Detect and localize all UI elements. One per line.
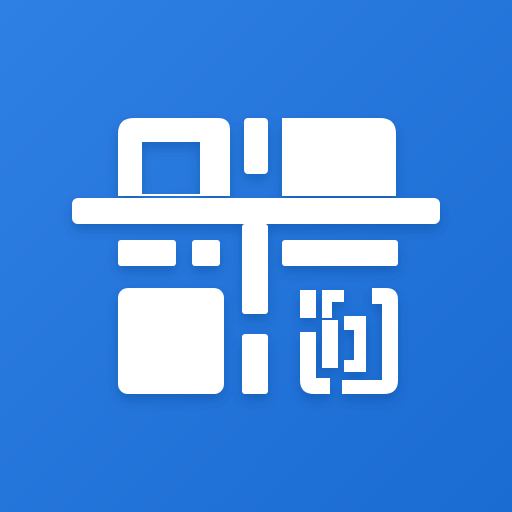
finder-pattern-top-right — [282, 118, 396, 196]
module-center-vertical — [242, 224, 268, 314]
qr-code-scan-icon — [0, 0, 512, 512]
module-right-bar — [282, 240, 398, 266]
module-bottom-middle — [242, 334, 268, 394]
module-top-middle — [244, 118, 268, 174]
scan-line — [72, 198, 440, 224]
app-icon — [0, 0, 512, 512]
module-left-bar — [118, 240, 176, 266]
module-left-square — [192, 240, 220, 266]
finder-pattern-bottom-left — [118, 288, 224, 394]
